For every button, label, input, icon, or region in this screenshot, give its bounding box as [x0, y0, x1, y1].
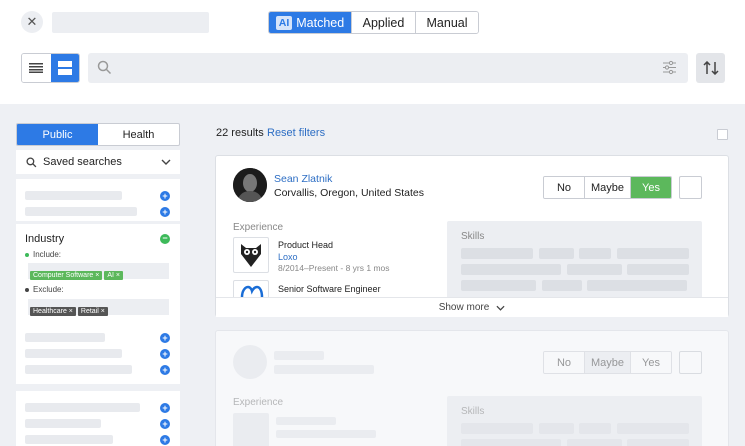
candidate-location: Corvallis, Oregon, United States: [274, 187, 424, 199]
exclude-label-text: Exclude:: [33, 285, 64, 294]
exclude-chip[interactable]: Retail ×: [77, 307, 108, 316]
show-more-button[interactable]: Show more: [216, 297, 728, 317]
reset-filters-link[interactable]: Reset filters: [267, 127, 325, 139]
ai-badge: AI: [275, 15, 293, 30]
no-button[interactable]: No: [544, 352, 584, 373]
yes-button[interactable]: Yes: [630, 352, 671, 373]
skills-panel: Skills: [447, 396, 702, 446]
avatar-placeholder: [233, 345, 267, 379]
tab-matched-label: Matched: [296, 15, 345, 30]
exclude-dot: [25, 287, 29, 292]
skills-label: Skills: [461, 231, 485, 242]
company-name[interactable]: Loxo: [278, 252, 298, 262]
yes-button[interactable]: Yes: [630, 177, 671, 198]
include-label: Include:: [25, 250, 61, 259]
skills-panel: Skills: [447, 221, 702, 302]
mode-tabs: AI Matched Applied Manual: [268, 11, 479, 34]
chevron-down-icon: [496, 305, 505, 311]
tab-health-label: Health: [122, 128, 155, 141]
experience-label: Experience: [233, 397, 284, 408]
filter-group: + + +: [16, 391, 180, 446]
list-view-icon: [29, 63, 44, 73]
select-candidate-checkbox[interactable]: [679, 351, 702, 374]
exclude-chips: Healthcare × Retail ×: [28, 299, 169, 316]
add-filter-button[interactable]: +: [160, 191, 170, 201]
maybe-button[interactable]: Maybe: [584, 352, 630, 373]
candidate-card-loading: No Maybe Yes Experience Skills: [215, 330, 729, 446]
collapse-industry-button[interactable]: −: [160, 234, 170, 244]
search-input[interactable]: [88, 53, 688, 83]
saved-searches-dropdown[interactable]: Saved searches: [16, 150, 180, 174]
tab-health[interactable]: Health: [98, 124, 179, 145]
tab-applied-label: Applied: [362, 15, 405, 30]
add-filter-button[interactable]: +: [160, 349, 170, 359]
include-chip[interactable]: AI ×: [104, 271, 123, 280]
experience-label: Experience: [233, 222, 284, 233]
tab-applied[interactable]: Applied: [351, 12, 415, 33]
sort-button[interactable]: [696, 53, 725, 83]
skills-label: Skills: [461, 406, 485, 417]
tab-manual[interactable]: Manual: [415, 12, 478, 33]
include-chip[interactable]: Computer Software ×: [30, 271, 103, 280]
search-icon: [97, 60, 112, 75]
show-more-label: Show more: [438, 302, 490, 313]
close-icon: ✕: [26, 14, 38, 29]
candidate-name[interactable]: Sean Zlatnik: [274, 173, 332, 185]
industry-title: Industry: [25, 233, 65, 245]
add-filter-button[interactable]: +: [160, 207, 170, 217]
add-filter-button[interactable]: +: [160, 365, 170, 375]
filter-group: + +: [16, 179, 180, 221]
avatar[interactable]: [233, 168, 267, 202]
exclude-chip[interactable]: Healthcare ×: [30, 307, 76, 316]
avatar-photo: [233, 168, 267, 202]
add-filter-button[interactable]: +: [160, 333, 170, 343]
company-logo: [233, 237, 269, 273]
saved-searches-label: Saved searches: [43, 156, 122, 168]
close-button[interactable]: ✕: [21, 11, 43, 33]
search-icon: [26, 156, 37, 167]
filter-settings-icon: [663, 60, 676, 75]
sort-icon: [702, 61, 719, 75]
card-view-button[interactable]: [50, 54, 79, 82]
view-toggle: [21, 53, 80, 83]
tab-public[interactable]: Public: [17, 124, 98, 145]
decision-buttons: No Maybe Yes: [543, 351, 672, 374]
owl-logo-icon: [241, 244, 261, 267]
exclude-label: Exclude:: [25, 285, 64, 294]
add-filter-button[interactable]: +: [160, 403, 170, 413]
job-title: Senior Software Engineer: [278, 284, 381, 294]
tab-public-label: Public: [42, 128, 73, 141]
title-placeholder: [52, 12, 209, 33]
include-dot: [25, 252, 29, 257]
candidate-card: Sean Zlatnik Corvallis, Oregon, United S…: [215, 155, 729, 317]
include-label-text: Include:: [33, 250, 62, 259]
add-filter-button[interactable]: +: [160, 419, 170, 429]
sidebar-tabs: Public Health: [16, 123, 180, 146]
job-title: Product Head: [278, 240, 334, 250]
select-candidate-checkbox[interactable]: [679, 176, 702, 199]
list-view-button[interactable]: [22, 54, 51, 82]
include-chips: Computer Software × AI ×: [28, 263, 169, 280]
industry-filter-card: Industry − Include: Computer Software × A…: [16, 224, 180, 384]
results-count: 22 results: [216, 127, 264, 139]
job-dates: 8/2014–Present - 8 yrs 1 mos: [278, 263, 390, 273]
tab-matched[interactable]: AI Matched: [269, 12, 351, 33]
maybe-button[interactable]: Maybe: [584, 177, 630, 198]
select-all-checkbox[interactable]: [717, 129, 728, 140]
add-filter-button[interactable]: +: [160, 435, 170, 445]
no-button[interactable]: No: [544, 177, 584, 198]
tab-manual-label: Manual: [426, 15, 468, 30]
card-view-icon: [57, 61, 72, 75]
chevron-down-icon: [161, 159, 171, 165]
decision-buttons: No Maybe Yes: [543, 176, 672, 199]
